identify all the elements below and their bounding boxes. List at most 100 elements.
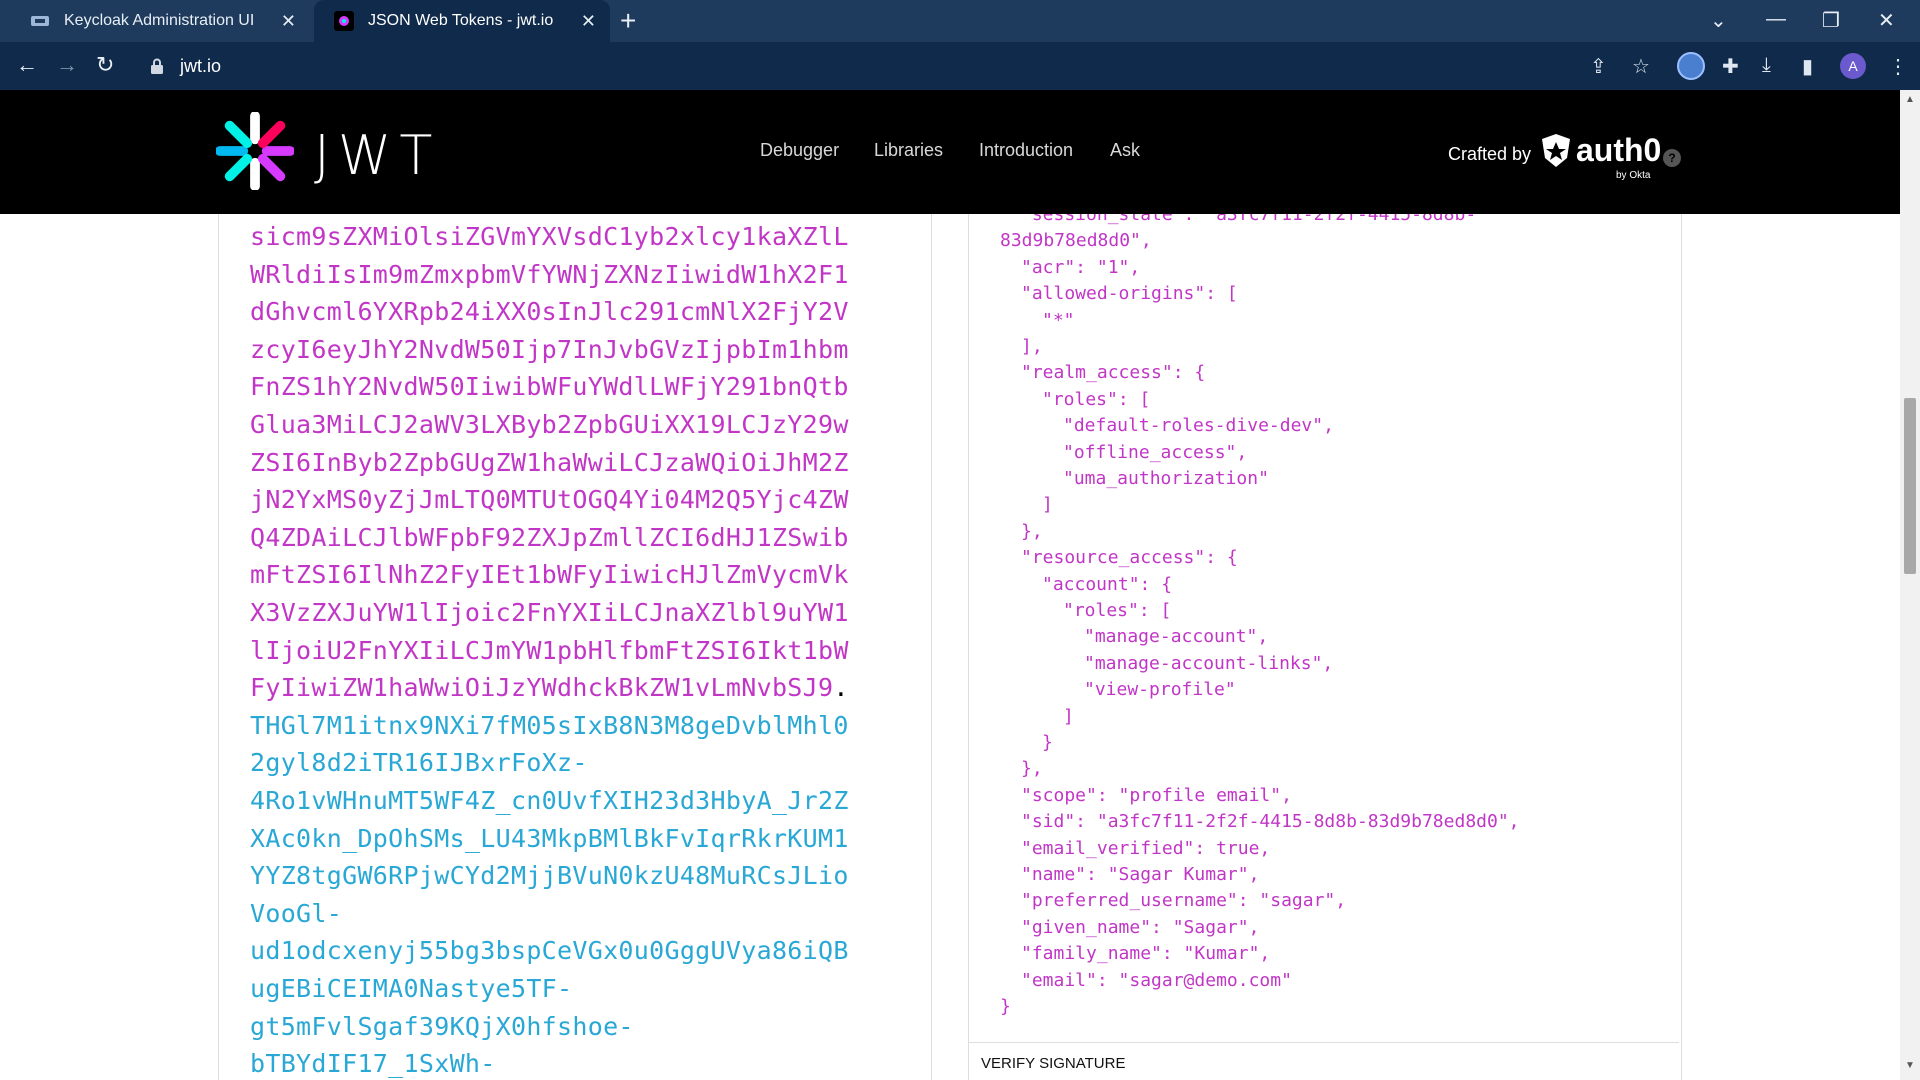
encoded-payload-text: sicm9sZXMiOlsiZGVmYXVsdC1yb2xlcy1kaXZlL — [250, 222, 849, 251]
by-okta-label: by Okta — [1616, 170, 1651, 181]
close-tab-icon[interactable]: ✕ — [581, 11, 596, 31]
forward-icon[interactable]: → — [56, 52, 78, 78]
encoded-payload-text: lIjoiU2FnYXIiLCJmYW1pbHlfbmFtZSI6Ikt1bW — [250, 635, 849, 665]
nav-libraries[interactable]: Libraries — [874, 140, 943, 161]
auth0-logo[interactable]: auth0 by Okta — [1540, 132, 1662, 182]
lock-icon — [151, 58, 163, 74]
json-line: "realm_access": { — [1021, 362, 1206, 384]
back-icon[interactable]: ← — [16, 52, 38, 78]
help-icon[interactable]: ? — [1663, 149, 1681, 167]
encoded-payload-text: WRldiIsIm9mZmxpbmVfYWNjZXNzIiwidW1hX2F1 — [250, 259, 849, 289]
json-line: "email_verified": true, — [1021, 837, 1271, 859]
json-line: "scope": "profile email", — [1021, 784, 1292, 806]
encoded-payload-line: FyIiwiZW1haWwiOiJzYWdhckBkZW1vLmNvbSJ9. — [250, 673, 849, 702]
bookmark-star-icon[interactable]: ☆ — [1632, 54, 1650, 79]
scrollbar-thumb[interactable] — [1904, 398, 1916, 574]
jwt-logo-text[interactable]: JWT — [314, 124, 440, 187]
encoded-payload-line: mFtZSI6IlNhZ2FyIEt1bWFyIiwicHJlZmVycmVk — [250, 560, 849, 589]
address-bar[interactable]: jwt.io — [138, 48, 1588, 84]
encoded-payload-text: FyIiwiZW1haWwiOiJzYWdhckBkZW1vLmNvbSJ9 — [250, 673, 834, 703]
encoded-signature-line: 2gyl8d2iTR16IJBxrFoXz- — [250, 748, 588, 778]
encoded-separator-dot: . — [833, 673, 849, 703]
encoded-payload-text: ZSI6InByb2ZpbGUgZW1haWwiLCJzaWQiOiJhM2Z — [250, 447, 849, 477]
json-line: ], — [1021, 336, 1043, 357]
encoded-signature-line: 4Ro1vWHnuMT5WF4Z_cn0UvfXIH23d3HbyA_Jr2Z — [250, 786, 849, 815]
browser-toolbar: ← → ↻ jwt.io ⇪ ☆ ✚ ⤓ ▮ A ⋮ — [0, 42, 1920, 90]
encoded-signature-line: ud1odcxenyj55bg3bspCeVGx0u0GggUVya86iQB — [250, 936, 849, 966]
scroll-down-arrow-icon[interactable]: ▼ — [1905, 1060, 1915, 1071]
extension-badge-icon[interactable] — [1677, 52, 1705, 80]
auth0-wordmark: auth0 — [1576, 132, 1662, 168]
json-line: "view-profile" — [1084, 679, 1236, 701]
jwt-favicon-icon — [334, 11, 354, 31]
tab-keycloak[interactable]: Keycloak Administration UI ✕ — [10, 0, 310, 42]
json-line: "manage-account", — [1084, 626, 1269, 648]
encoded-signature-line: THGl7M1itnx9NXi7fM05sIxB8N3M8geDvblMhl0 — [250, 710, 849, 740]
browser-tab-bar: Keycloak Administration UI ✕ JSON Web To… — [0, 0, 1920, 42]
encoded-payload-text: X3VzZXJuYW1lIjoic2FnYXIiLCJnaXZlbl9uYW1 — [250, 598, 849, 627]
close-tab-icon[interactable]: ✕ — [281, 11, 296, 31]
verify-signature-section[interactable]: VERIFY SIGNATURE — [969, 1042, 1679, 1080]
keycloak-favicon-icon — [31, 16, 49, 26]
nav-introduction[interactable]: Introduction — [979, 140, 1073, 161]
encoded-payload-line: zcyI6eyJhY2NvdW50Ijp7InJvbGVzIjpbIm1hbm — [250, 335, 849, 364]
new-tab-icon[interactable]: + — [620, 6, 636, 36]
download-icon[interactable]: ⤓ — [1762, 54, 1771, 77]
json-line: "given_name": "Sagar", — [1021, 916, 1260, 938]
jwt-logo-icon[interactable] — [216, 112, 294, 190]
encoded-signature-line: bTBYdIF17_1SxWh- — [250, 1049, 496, 1079]
encoded-payload-line: FnZS1hY2NvdW50IiwibWFuYWdlLWFjY291bnQtb — [250, 372, 849, 401]
url-text: jwt.io — [180, 55, 222, 76]
json-line: } — [1042, 732, 1053, 753]
encoded-payload-text: Glua3MiLCJ2aWV3LXByb2ZpbGUiXX19LCJzY29w — [250, 410, 849, 439]
encoded-payload-text: dGhvcml6YXRpb24iXX0sInJlc291cmNlX2FjY2V — [250, 297, 849, 327]
encoded-signature-line: gt5mFvlSgaf39KQjX0hfshoe- — [250, 1011, 634, 1041]
share-icon[interactable]: ⇪ — [1590, 54, 1607, 79]
json-line: } — [1000, 996, 1011, 1017]
page-scrollbar[interactable]: ▲ ▼ — [1900, 90, 1920, 1080]
json-line: "uma_authorization" — [1063, 468, 1269, 489]
encoded-payload-line: X3VzZXJuYW1lIjoic2FnYXIiLCJnaXZlbl9uYW1 — [250, 598, 849, 627]
json-line: ] — [1042, 494, 1053, 516]
encoded-signature-line: YYZ8tgGW6RPjwCYd2MjjBVuN0kzU48MuRCsJLio — [250, 861, 849, 891]
profile-avatar[interactable]: A — [1840, 53, 1866, 79]
json-line: "email": "sagar@demo.com" — [1021, 969, 1292, 991]
encoded-payload-text: zcyI6eyJhY2NvdW50Ijp7InJvbGVzIjpbIm1hbm — [250, 334, 849, 364]
tab-search-chevron-icon[interactable]: ⌄ — [1710, 8, 1727, 33]
encoded-payload-text: jN2YxMS0yZjJmLTQ0MTUtOGQ4Yi04M2Q5Yjc4ZW — [250, 485, 849, 515]
json-line: "offline_access", — [1063, 441, 1248, 463]
tab-title: Keycloak Administration UI — [64, 12, 255, 29]
encoded-signature-line: XAc0kn_DpOhSMs_LU43MkpBMlBkFvIqrRkrKUM1 — [250, 823, 849, 853]
json-line: "default-roles-dive-dev", — [1063, 415, 1334, 437]
encoded-payload-line: dGhvcml6YXRpb24iXX0sInJlc291cmNlX2FjY2V — [250, 297, 849, 326]
json-line: "roles": [ — [1042, 388, 1151, 410]
encoded-payload-line: lIjoiU2FnYXIiLCJmYW1pbHlfbmFtZSI6Ikt1bW — [250, 636, 849, 665]
encoded-payload-line: jN2YxMS0yZjJmLTQ0MTUtOGQ4Yi04M2Q5Yjc4ZW — [250, 485, 849, 514]
encoded-payload-line: Glua3MiLCJ2aWV3LXByb2ZpbGUiXX19LCJzY29w — [250, 410, 849, 439]
json-line: }, — [1021, 520, 1043, 542]
encoded-signature-line: ugEBiCEIMA0Nastye5TF- — [250, 974, 573, 1003]
extensions-puzzle-icon[interactable]: ✚ — [1722, 54, 1739, 79]
reload-icon[interactable]: ↻ — [96, 52, 114, 78]
json-line: ] — [1063, 705, 1074, 727]
nav-debugger[interactable]: Debugger — [760, 140, 839, 161]
tab-jwt[interactable]: JSON Web Tokens - jwt.io ✕ — [314, 0, 610, 42]
scroll-up-arrow-icon[interactable]: ▲ — [1905, 94, 1915, 105]
browser-menu-icon[interactable]: ⋮ — [1888, 54, 1908, 79]
restore-icon[interactable]: ❐ — [1822, 8, 1840, 33]
close-window-icon[interactable]: ✕ — [1878, 8, 1895, 33]
json-line: "allowed-origins": [ — [1021, 283, 1238, 305]
json-line: "sid": "a3fc7f11-2f2f-4415-8d8b-83d9b78e… — [1021, 811, 1520, 833]
json-line: "family_name": "Kumar", — [1021, 943, 1271, 965]
json-line: "acr": "1", — [1021, 256, 1141, 278]
minimize-icon[interactable]: — — [1766, 8, 1786, 31]
encoded-payload-line: Q4ZDAiLCJlbWFpbF92ZXJpZmllZCI6dHJ1ZSwib — [250, 523, 849, 552]
site-header: JWT Debugger Libraries Introduction Ask … — [0, 90, 1900, 214]
side-panel-icon[interactable]: ▮ — [1802, 54, 1813, 79]
encoded-signature-line: VooGl- — [250, 898, 343, 928]
encoded-payload-line: ZSI6InByb2ZpbGUgZW1haWwiLCJzaWQiOiJhM2Z — [250, 448, 849, 477]
nav-ask[interactable]: Ask — [1110, 140, 1140, 161]
json-line: "resource_access": { — [1021, 547, 1238, 569]
json-line: "preferred_username": "sagar", — [1021, 890, 1347, 912]
crafted-by-label: Crafted by — [1448, 144, 1532, 164]
